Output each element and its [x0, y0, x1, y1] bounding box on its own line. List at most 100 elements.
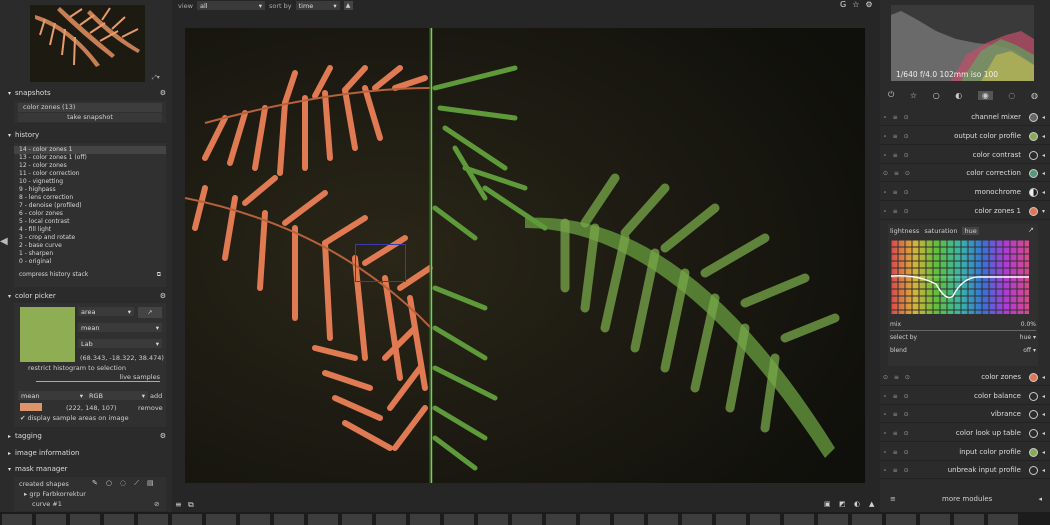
module-controls-icon[interactable]: ∘ ≡ ⊙ — [880, 152, 916, 159]
history-item[interactable]: 6 - color zones — [14, 210, 166, 218]
navigation-thumbnail[interactable] — [30, 5, 145, 82]
expand-arrow-icon[interactable]: ◂ — [1042, 170, 1050, 177]
tone-group-icon[interactable]: ◐ — [955, 91, 962, 100]
expand-arrow-icon[interactable]: ◂ — [1042, 374, 1050, 381]
mask-curve-item[interactable]: curve #1 — [32, 500, 62, 508]
blend-row[interactable]: blend off ▾ — [890, 347, 1036, 354]
preset-icon[interactable]: ⚙ — [160, 292, 166, 300]
brush-icon[interactable]: ▤ — [147, 479, 154, 488]
favorites-star-icon[interactable]: ☆ — [910, 91, 917, 100]
sample-stat-select[interactable]: mean ▾ — [18, 391, 86, 400]
module-controls-icon[interactable]: ∘ ≡ ⊙ — [880, 449, 916, 456]
presets-icon[interactable]: ⧉ — [188, 500, 194, 510]
eyedropper-icon[interactable]: ↗ — [1028, 226, 1034, 234]
basic-group-icon[interactable]: ○ — [933, 91, 940, 100]
filmstrip-thumbnail[interactable] — [886, 514, 916, 525]
star-icon[interactable]: ☆ — [852, 0, 859, 9]
filmstrip-thumbnail[interactable] — [444, 514, 474, 525]
correct-group-icon[interactable]: ◌ — [1008, 91, 1015, 100]
image-information-header[interactable]: ▸ image information — [8, 447, 166, 458]
expand-arrow-icon[interactable]: ◂ — [1042, 133, 1050, 140]
module-channel-mixer[interactable]: ∘ ≡ ⊙ channel mixer ◂ — [880, 109, 1050, 126]
tab-hue[interactable]: hue — [962, 227, 979, 235]
preset-icon[interactable]: ⚙ — [160, 89, 166, 97]
gamut-check-icon[interactable]: ◐ — [854, 500, 860, 508]
filmstrip-thumbnail[interactable] — [546, 514, 576, 525]
module-controls-icon[interactable]: ∘ ≡ ⊙ — [880, 393, 916, 400]
expand-arrow-icon[interactable]: ◂ — [1042, 114, 1050, 121]
history-item[interactable]: 4 - fill light — [14, 226, 166, 234]
module-unbreak-input-profile[interactable]: ∘ ≡ ⊙ unbreak input profile ◂ — [880, 462, 1050, 479]
history-item[interactable]: 10 - vignetting — [14, 178, 166, 186]
power-icon[interactable]: ⏻ — [888, 90, 894, 100]
module-color-correction[interactable]: ⊙ ≡ ⊙ color correction ◂ — [880, 165, 1050, 182]
filmstrip-thumbnail[interactable] — [410, 514, 440, 525]
expand-arrow-icon[interactable]: ◂ — [1042, 467, 1050, 474]
effect-group-icon[interactable]: ◍ — [1031, 91, 1038, 100]
expand-arrow-icon[interactable]: ◂ — [1038, 495, 1042, 503]
gear-icon[interactable]: ⚙ — [865, 0, 872, 9]
module-input-color-profile[interactable]: ∘ ≡ ⊙ input color profile ◂ — [880, 444, 1050, 461]
history-header[interactable]: ▾ history — [8, 129, 166, 140]
filmstrip-thumbnail[interactable] — [580, 514, 610, 525]
filmstrip-thumbnail[interactable] — [478, 514, 508, 525]
history-item[interactable]: 5 - local contrast — [14, 218, 166, 226]
preset-icon[interactable]: ⚙ — [160, 432, 166, 440]
color-group-icon[interactable]: ◉ — [977, 90, 993, 100]
ellipse-shape-icon[interactable]: ◌ — [120, 479, 126, 488]
softproof-icon[interactable]: ◩ — [839, 500, 846, 508]
filmstrip-thumbnail[interactable] — [274, 514, 304, 525]
module-controls-icon[interactable]: ∘ ≡ ⊙ — [880, 208, 916, 215]
before-after-divider[interactable] — [431, 28, 432, 483]
history-item[interactable]: 14 - color zones 1 — [14, 146, 166, 154]
module-output-color-profile[interactable]: ∘ ≡ ⊙ output color profile ◂ — [880, 128, 1050, 145]
menu-icon[interactable]: ≡ — [175, 500, 182, 509]
filmstrip-thumbnail[interactable] — [36, 514, 66, 525]
filmstrip-thumbnail[interactable] — [2, 514, 32, 525]
filmstrip-thumbnail[interactable] — [240, 514, 270, 525]
history-item[interactable]: 7 - denoise (profiled) — [14, 202, 166, 210]
module-controls-icon[interactable]: ⊙ ≡ ⊙ — [880, 374, 916, 381]
expand-arrow-icon[interactable]: ◂ — [1042, 393, 1050, 400]
history-item[interactable]: 2 - base curve — [14, 242, 166, 250]
filmstrip-thumbnail[interactable] — [172, 514, 202, 525]
filmstrip-thumbnail[interactable] — [852, 514, 882, 525]
module-monochrome[interactable]: ∘ ≡ ⊙ monochrome ◂ — [880, 184, 1050, 201]
expand-arrow-icon[interactable]: ◂ — [1042, 430, 1050, 437]
restrict-histogram-toggle[interactable]: restrict histogram to selection — [28, 364, 126, 372]
history-item[interactable]: 0 - original — [14, 258, 166, 266]
filmstrip-thumbnail[interactable] — [614, 514, 644, 525]
tab-saturation[interactable]: saturation — [924, 227, 957, 235]
history-item[interactable]: 11 - color correction — [14, 170, 166, 178]
picker-eyedropper-button[interactable]: ↗ — [138, 307, 162, 318]
left-panel-toggle-icon[interactable]: ◀ — [0, 236, 8, 247]
view-select[interactable]: all ▾ — [196, 1, 265, 10]
circle-shape-icon[interactable]: ○ — [106, 479, 112, 488]
history-item[interactable]: 12 - color zones — [14, 162, 166, 170]
history-item[interactable]: 3 - crop and rotate — [14, 234, 166, 242]
module-color-balance[interactable]: ∘ ≡ ⊙ color balance ◂ — [880, 388, 1050, 405]
filmstrip-thumbnail[interactable] — [988, 514, 1018, 525]
module-color-zones[interactable]: ⊙ ≡ ⊙ color zones ◂ — [880, 369, 1050, 386]
filmstrip-thumbnail[interactable] — [818, 514, 848, 525]
color-picker-header[interactable]: ▾ color picker ⚙ — [8, 290, 166, 301]
expand-arrow-icon[interactable]: ◂ — [1042, 152, 1050, 159]
compress-history-button[interactable]: compress history stack — [19, 271, 88, 279]
mask-group-item[interactable]: ▸ grp Farbkorrektur — [24, 490, 86, 498]
filmstrip-thumbnail[interactable] — [138, 514, 168, 525]
filmstrip-thumbnail[interactable] — [920, 514, 950, 525]
mask-manager-header[interactable]: ▾ mask manager — [8, 463, 166, 474]
module-vibrance[interactable]: ∘ ≡ ⊙ vibrance ◂ — [880, 406, 1050, 423]
module-color-zones-1[interactable]: ∘ ≡ ⊙ color zones 1 ▾ — [880, 203, 1050, 220]
expand-arrow-icon[interactable]: ◂ — [1042, 189, 1050, 196]
history-item[interactable]: 8 - lens correction — [14, 194, 166, 202]
mix-row[interactable]: mix 0.0% — [890, 321, 1036, 328]
gradient-icon[interactable]: ⟋ — [134, 479, 139, 488]
filmstrip-thumbnail[interactable] — [342, 514, 372, 525]
module-controls-icon[interactable]: ∘ ≡ ⊙ — [880, 133, 916, 140]
select-by-row[interactable]: select by hue ▾ — [890, 334, 1036, 341]
tab-lightness[interactable]: lightness — [890, 227, 919, 235]
tagging-header[interactable]: ▸ tagging ⚙ — [8, 430, 166, 441]
snapshot-item[interactable]: color zones (13) — [18, 103, 162, 112]
remove-sample-button[interactable]: remove — [138, 404, 163, 412]
